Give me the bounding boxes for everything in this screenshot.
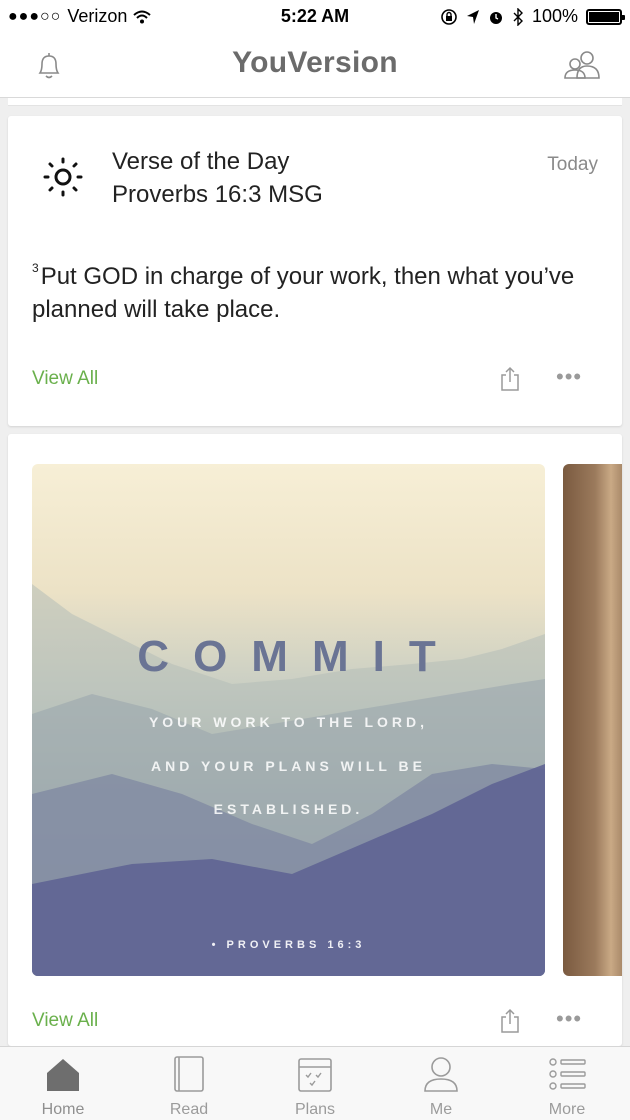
image-headline: COMMIT (137, 632, 460, 681)
view-all-link-images[interactable]: View All (32, 1010, 98, 1032)
previous-card-edge (8, 98, 622, 106)
person-icon (424, 1057, 458, 1092)
home-icon (47, 1059, 79, 1091)
verse-image[interactable]: COMMIT YOUR WORK TO THE LORD, AND YOUR P… (32, 464, 545, 976)
tab-read-label: Read (169, 1101, 209, 1118)
tab-home-label: Home (41, 1101, 85, 1118)
alarm-icon (489, 11, 502, 24)
verse-text-block[interactable]: 3Put GOD in charge of your work, then wh… (32, 252, 592, 326)
tab-me-label: Me (429, 1101, 453, 1118)
battery-percent: 100% (531, 6, 578, 26)
bluetooth-icon (513, 7, 523, 26)
rotation-lock-icon (441, 8, 457, 25)
card-title: Verse of the Day (112, 148, 290, 175)
book-icon (174, 1056, 204, 1092)
tab-more[interactable]: More (504, 1047, 630, 1120)
friends-icon[interactable] (562, 50, 602, 82)
status-bar: ●●●○○ Verizon 5:22 AM 100% (0, 0, 630, 34)
sun-icon (43, 157, 83, 197)
verse-of-the-day-card[interactable]: Verse of the Day Proverbs 16:3 MSG Today… (8, 116, 622, 426)
tab-more-label: More (548, 1101, 586, 1118)
share-icon[interactable] (499, 366, 521, 392)
verse-number: 3 (32, 261, 39, 275)
view-all-link[interactable]: View All (32, 368, 98, 390)
verse-text: Put GOD in charge of your work, then wha… (32, 263, 575, 323)
app-title: YouVersion (232, 46, 398, 79)
location-icon (466, 9, 479, 24)
image-line-3: ESTABLISHED. (213, 801, 364, 817)
image-reference: • PROVERBS 16:3 (211, 939, 366, 951)
plans-icon (298, 1058, 332, 1092)
next-verse-image[interactable] (563, 464, 622, 976)
tab-plans-label: Plans (294, 1101, 336, 1118)
image-line-1: YOUR WORK TO THE LORD, (148, 714, 429, 730)
tab-home[interactable]: Home (0, 1047, 126, 1120)
image-line-2: AND YOUR PLANS WILL BE (151, 758, 426, 774)
more-options-icon[interactable]: ••• (556, 364, 582, 390)
battery-icon (586, 8, 625, 25)
bottom-tab-bar: Home Read Plans Me More (0, 1046, 630, 1120)
tab-plans[interactable]: Plans (252, 1047, 378, 1120)
tab-me[interactable]: Me (378, 1047, 504, 1120)
more-options-icon[interactable]: ••• (556, 1006, 582, 1032)
more-list-icon (549, 1058, 586, 1090)
verse-image-card[interactable]: COMMIT YOUR WORK TO THE LORD, AND YOUR P… (8, 434, 622, 1046)
app-header: YouVersion (0, 34, 630, 98)
share-icon[interactable] (499, 1008, 521, 1034)
date-label: Today (547, 154, 598, 175)
verse-reference[interactable]: Proverbs 16:3 MSG (112, 181, 323, 209)
tab-read[interactable]: Read (126, 1047, 252, 1120)
